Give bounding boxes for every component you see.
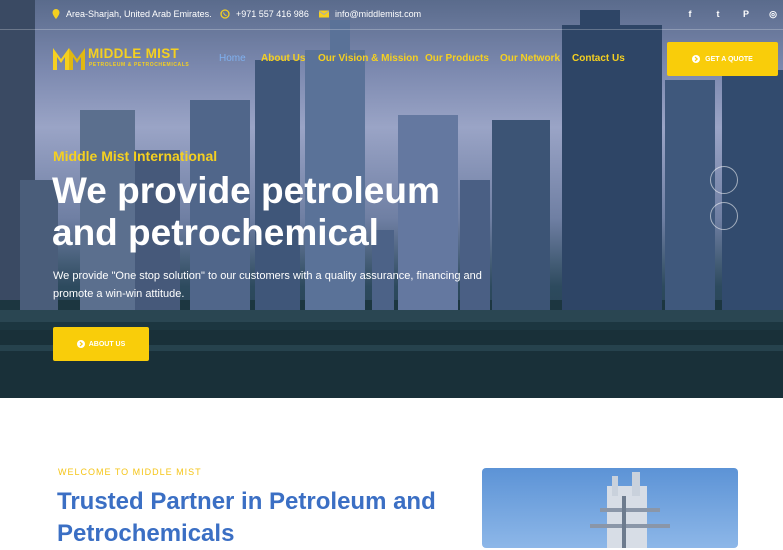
refinery-image xyxy=(482,468,738,548)
nav-our-products[interactable]: Our Products xyxy=(425,53,489,64)
logo-mark-icon xyxy=(53,48,85,70)
logo-tagline: PETROLEUM & PETROCHEMICALS xyxy=(89,62,190,68)
hero-headline: We provide petroleum and petrochemical xyxy=(52,170,440,253)
email-item[interactable]: info@middlemist.com xyxy=(319,9,421,19)
facebook-icon[interactable]: f xyxy=(684,8,696,20)
intro-title: Trusted Partner in Petroleum and Petroch… xyxy=(57,488,436,547)
phone-text: +971 557 416 986 xyxy=(236,9,309,19)
whatsapp-icon xyxy=(220,9,230,19)
arrow-circle-icon xyxy=(76,340,85,348)
envelope-icon xyxy=(319,10,329,18)
nav-our-network[interactable]: Our Network xyxy=(500,53,560,64)
about-us-button[interactable]: ABOUT US xyxy=(53,327,149,361)
about-us-label: ABOUT US xyxy=(88,340,126,348)
location-pin-icon xyxy=(52,9,60,19)
site-logo[interactable]: MIDDLE MIST PETROLEUM & PETROCHEMICALS xyxy=(52,45,189,73)
slider-next-button[interactable] xyxy=(710,202,738,230)
address-text: Area-Sharjah, United Arab Emirates. xyxy=(66,9,212,19)
pinterest-icon[interactable]: P xyxy=(740,8,752,20)
email-text: info@middlemist.com xyxy=(335,9,422,19)
nav-vision-mission[interactable]: Our Vision & Mission xyxy=(318,53,418,64)
nav-home[interactable]: Home xyxy=(219,53,246,64)
welcome-eyebrow: WELCOME TO MIDDLE MIST xyxy=(58,467,202,477)
get-a-quote-button[interactable]: GET A QUOTE xyxy=(667,42,778,76)
nav-about-us[interactable]: About Us xyxy=(261,53,305,64)
slider-prev-button[interactable] xyxy=(710,166,738,194)
get-a-quote-label: GET A QUOTE xyxy=(705,55,753,63)
refinery-illustration xyxy=(590,472,670,548)
phone-item[interactable]: +971 557 416 986 xyxy=(220,9,309,19)
logo-name: MIDDLE MIST xyxy=(88,46,180,61)
address-item: Area-Sharjah, United Arab Emirates. xyxy=(52,9,212,19)
hero-section: Area-Sharjah, United Arab Emirates. +971… xyxy=(0,0,783,398)
arrow-circle-icon xyxy=(692,55,701,63)
instagram-icon[interactable]: ◎ xyxy=(767,8,779,20)
hero-description: We provide "One stop solution" to our cu… xyxy=(53,270,482,300)
twitter-icon[interactable]: t xyxy=(712,8,724,20)
hero-eyebrow: Middle Mist International xyxy=(53,148,218,164)
nav-contact-us[interactable]: Contact Us xyxy=(572,53,625,64)
top-info-bar: Area-Sharjah, United Arab Emirates. +971… xyxy=(0,0,783,30)
